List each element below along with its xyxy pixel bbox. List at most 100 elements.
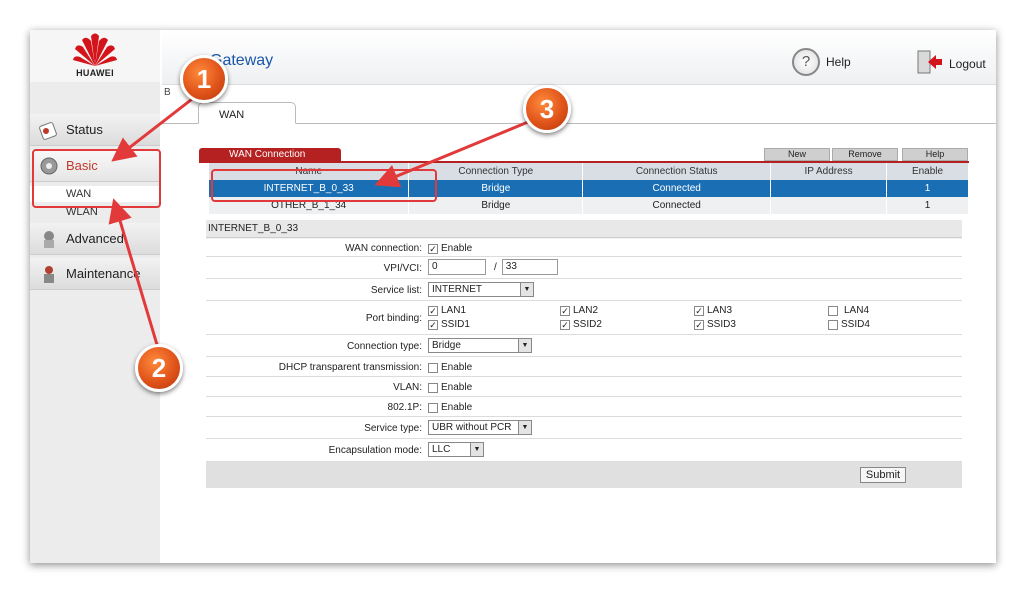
help-button[interactable]: ? Help [792, 48, 851, 76]
submit-button[interactable]: Submit [860, 467, 906, 483]
service-type-value: UBR without PCR [432, 422, 512, 433]
encap-select[interactable]: LLC ▼ [428, 442, 484, 457]
enable-text: Enable [441, 382, 473, 393]
highlight-basic-menu [32, 149, 161, 208]
enable-text: Enable [441, 243, 473, 254]
wan-connection-tab: WAN Connection [199, 148, 341, 162]
chevron-down-icon: ▼ [470, 443, 483, 456]
cell-ip [770, 180, 888, 197]
port-ssid3[interactable]: ✓ SSID3 [694, 319, 736, 330]
vlan-label: VLAN: [393, 382, 422, 393]
checkbox[interactable] [828, 305, 838, 316]
port-label: SSID2 [573, 319, 602, 330]
connection-type-label: Connection type: [346, 341, 422, 352]
annotation-badge-3: 3 [523, 85, 571, 133]
help-icon: ? [792, 48, 820, 76]
port-ssid4[interactable]: SSID4 [828, 319, 870, 330]
cell-enable: 1 [886, 180, 969, 197]
form-row-802-1p: 802.1P: Enable [206, 397, 962, 417]
dhcp-checkbox[interactable] [428, 362, 438, 373]
chevron-down-icon: ▼ [518, 339, 531, 352]
form-row-vpivci: VPI/VCI: 0 / 33 [206, 257, 962, 279]
column-header: Enable [886, 163, 969, 180]
checkbox[interactable]: ✓ [428, 319, 438, 330]
sidebar-item-label: Advanced [66, 231, 124, 246]
logout-button[interactable]: Logout [917, 50, 986, 77]
logout-icon [917, 50, 943, 77]
help-table-button[interactable]: Help [902, 148, 968, 161]
chevron-down-icon: ▼ [520, 283, 533, 296]
vci-input[interactable]: 33 [501, 259, 558, 275]
sidebar: HUAWEI Status Basic WAN WLAN Advanced Ma… [30, 30, 160, 563]
column-header: IP Address [770, 163, 888, 180]
connection-type-select[interactable]: Bridge ▼ [428, 338, 532, 353]
tab-wan[interactable]: WAN [198, 102, 296, 124]
new-button[interactable]: New [764, 148, 830, 161]
form-row-service-list: Service list: INTERNET ▼ [206, 279, 962, 301]
checkbox[interactable]: ✓ [694, 305, 704, 316]
form-row-vlan: VLAN: Enable [206, 377, 962, 397]
main-panel: Gateway ? Help Logout B WAN WAN Connecti… [162, 30, 996, 563]
port-label: LAN1 [441, 305, 467, 316]
service-list-label: Service list: [370, 285, 422, 296]
vpi-input[interactable]: 0 [428, 259, 486, 275]
port-label: LAN2 [573, 305, 599, 316]
wan-connection-checkbox[interactable]: ✓ [428, 243, 438, 254]
sidebar-item-advanced[interactable]: Advanced [30, 223, 160, 255]
service-type-label: Service type: [364, 423, 422, 434]
header: Gateway ? Help Logout [162, 30, 996, 85]
cell-enable: 1 [886, 197, 969, 214]
status-icon [38, 119, 60, 141]
form-row-connection-type: Connection type: Bridge ▼ [206, 335, 962, 357]
highlight-selected-connection [211, 169, 437, 202]
form-header: INTERNET_B_0_33 [206, 220, 962, 238]
vlan-checkbox[interactable] [428, 382, 438, 393]
maintenance-icon [38, 263, 60, 285]
tools-icon [38, 228, 60, 250]
port-ssid2[interactable]: ✓ SSID2 [560, 319, 602, 330]
form-footer: Submit [206, 462, 962, 488]
port-label: SSID4 [841, 319, 870, 330]
port-lan3[interactable]: ✓ LAN3 [694, 305, 732, 316]
checkbox[interactable]: ✓ [694, 319, 704, 330]
port-lan4[interactable]: LAN4 [828, 305, 869, 316]
huawei-flower-icon [73, 33, 117, 66]
logout-label: Logout [949, 56, 986, 71]
port-label: SSID3 [707, 319, 736, 330]
breadcrumb: B [164, 87, 171, 98]
sidebar-item-label: Maintenance [66, 266, 141, 281]
cell-status: Connected [582, 180, 772, 197]
brand-text: HUAWEI [76, 68, 114, 78]
service-type-select[interactable]: UBR without PCR ▼ [428, 420, 532, 435]
remove-button[interactable]: Remove [832, 148, 898, 161]
annotation-badge-1: 1 [180, 55, 228, 103]
form-row-port-binding: Port binding: ✓ LAN1 ✓ LAN2 ✓ LAN3 LAN4 ✓ SS… [206, 301, 962, 335]
port-label: LAN4 [844, 305, 870, 316]
cell-status: Connected [582, 197, 772, 214]
vpivci-separator: / [494, 261, 497, 273]
port-lan2[interactable]: ✓ LAN2 [560, 305, 598, 316]
encap-value: LLC [432, 444, 451, 455]
sidebar-item-status[interactable]: Status [30, 114, 160, 146]
port-lan1[interactable]: ✓ LAN1 [428, 305, 466, 316]
port-ssid1[interactable]: ✓ SSID1 [428, 319, 470, 330]
wan-connection-label: WAN connection: [345, 243, 422, 254]
checkbox[interactable]: ✓ [560, 305, 570, 316]
checkbox[interactable] [828, 319, 838, 330]
port-label: LAN3 [707, 305, 733, 316]
form-row-dhcp: DHCP transparent transmission: Enable [206, 357, 962, 377]
cell-ip [770, 197, 888, 214]
service-list-value: INTERNET [432, 284, 482, 295]
sidebar-item-maintenance[interactable]: Maintenance [30, 258, 160, 290]
encap-label: Encapsulation mode: [328, 445, 422, 456]
connection-config-form: INTERNET_B_0_33 WAN connection: ✓ Enable … [206, 220, 962, 488]
service-list-select[interactable]: INTERNET ▼ [428, 282, 534, 297]
help-label: Help [826, 55, 851, 69]
huawei-logo: HUAWEI [30, 30, 160, 82]
checkbox[interactable]: ✓ [428, 305, 438, 316]
tab-bar: WAN [162, 102, 996, 124]
chevron-down-icon: ▼ [518, 421, 531, 434]
checkbox[interactable]: ✓ [560, 319, 570, 330]
connection-type-value: Bridge [432, 340, 461, 351]
dot1p-checkbox[interactable] [428, 402, 438, 413]
